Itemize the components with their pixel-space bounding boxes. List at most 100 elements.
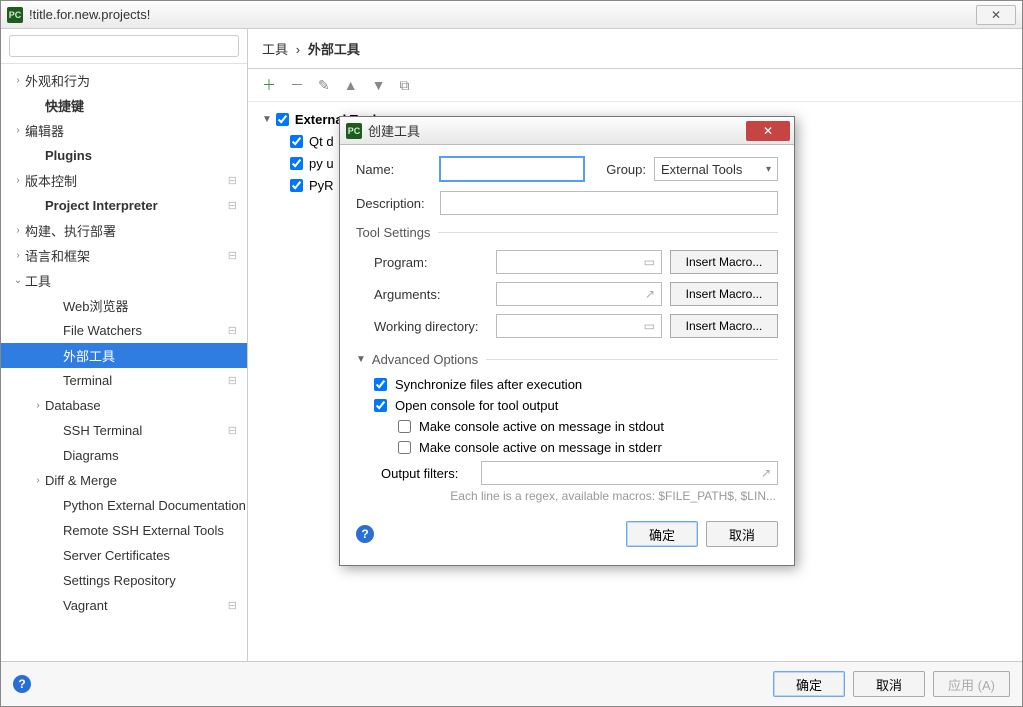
sidebar-item-10[interactable]: File Watchers⊟: [1, 318, 247, 343]
project-scope-icon: ⊟: [228, 174, 237, 187]
tool-settings-section: Tool Settings: [356, 225, 778, 240]
disclosure-icon: ▼: [356, 354, 366, 365]
advanced-section[interactable]: ▼ Advanced Options: [356, 352, 778, 367]
sidebar-item-11[interactable]: 外部工具: [1, 343, 247, 368]
group-combo[interactable]: External Tools ▾: [654, 157, 778, 181]
dialog-close-button[interactable]: ✕: [746, 121, 790, 141]
chevron-icon: ›: [11, 225, 25, 236]
sidebar-item-label: Diff & Merge: [45, 473, 117, 488]
sidebar-item-1[interactable]: 快捷键: [1, 93, 247, 118]
search-input[interactable]: [9, 35, 239, 57]
filters-input[interactable]: ↗: [481, 461, 778, 485]
sidebar: Q ›外观和行为快捷键›编辑器Plugins›版本控制⊟Project Inte…: [1, 29, 248, 661]
stdout-label: Make console active on message in stdout: [419, 419, 664, 434]
stderr-checkbox[interactable]: [398, 441, 411, 454]
program-macro-button[interactable]: Insert Macro...: [670, 250, 778, 274]
sidebar-item-7[interactable]: ›语言和框架⊟: [1, 243, 247, 268]
ok-button[interactable]: 确定: [773, 671, 845, 697]
arguments-label: Arguments:: [356, 287, 496, 302]
apply-button[interactable]: 应用 (A): [933, 671, 1010, 697]
stderr-label: Make console active on message in stderr: [419, 440, 662, 455]
arguments-input[interactable]: ↗: [496, 282, 662, 306]
dialog-help-button[interactable]: ?: [356, 525, 374, 543]
sidebar-item-14[interactable]: SSH Terminal⊟: [1, 418, 247, 443]
sidebar-item-3[interactable]: Plugins: [1, 143, 247, 168]
sidebar-item-13[interactable]: ›Database: [1, 393, 247, 418]
folder-icon: ▭: [644, 319, 655, 333]
remove-button[interactable]: －: [290, 75, 304, 95]
chevron-icon: ›: [11, 125, 25, 136]
edit-button[interactable]: ✎: [318, 77, 330, 94]
arguments-macro-button[interactable]: Insert Macro...: [670, 282, 778, 306]
settings-tree[interactable]: ›外观和行为快捷键›编辑器Plugins›版本控制⊟Project Interp…: [1, 64, 247, 661]
stdout-checkbox[interactable]: [398, 420, 411, 433]
sidebar-item-label: SSH Terminal: [63, 423, 142, 438]
sidebar-item-19[interactable]: Server Certificates: [1, 543, 247, 568]
up-button[interactable]: ▲: [344, 77, 358, 93]
program-label: Program:: [356, 255, 496, 270]
name-label: Name:: [356, 162, 440, 177]
sidebar-item-2[interactable]: ›编辑器: [1, 118, 247, 143]
chevron-down-icon: ▾: [766, 164, 771, 175]
sidebar-item-15[interactable]: Diagrams: [1, 443, 247, 468]
sidebar-item-5[interactable]: Project Interpreter ⊟: [1, 193, 247, 218]
sync-label: Synchronize files after execution: [395, 377, 582, 392]
sidebar-item-9[interactable]: Web浏览器: [1, 293, 247, 318]
cancel-button[interactable]: 取消: [853, 671, 925, 697]
breadcrumb-sep: ›: [296, 42, 300, 57]
sidebar-item-label: Diagrams: [63, 448, 119, 463]
dialog-title: 创建工具: [368, 121, 746, 140]
chevron-icon: ›: [31, 475, 45, 486]
sidebar-item-label: Python External Documentation: [63, 498, 246, 513]
sidebar-item-20[interactable]: Settings Repository: [1, 568, 247, 593]
tool-item-checkbox[interactable]: [290, 157, 303, 170]
description-input[interactable]: [440, 191, 778, 215]
project-scope-icon: ⊟: [228, 199, 237, 212]
sidebar-item-label: File Watchers: [63, 323, 142, 338]
sync-checkbox[interactable]: [374, 378, 387, 391]
description-label: Description:: [356, 196, 440, 211]
name-input[interactable]: [440, 157, 584, 181]
project-scope-icon: ⊟: [228, 249, 237, 262]
tool-item-label: py u: [309, 156, 334, 171]
tool-item-checkbox[interactable]: [290, 179, 303, 192]
dialog-ok-button[interactable]: 确定: [626, 521, 698, 547]
sidebar-item-label: Project Interpreter: [45, 198, 158, 213]
down-button[interactable]: ▼: [372, 77, 386, 93]
add-button[interactable]: ＋: [262, 75, 276, 95]
group-value: External Tools: [661, 162, 742, 177]
project-scope-icon: ⊟: [228, 599, 237, 612]
folder-icon: ▭: [644, 255, 655, 269]
sidebar-item-18[interactable]: Remote SSH External Tools: [1, 518, 247, 543]
sidebar-item-0[interactable]: ›外观和行为: [1, 68, 247, 93]
sidebar-item-16[interactable]: ›Diff & Merge: [1, 468, 247, 493]
sidebar-item-4[interactable]: ›版本控制⊟: [1, 168, 247, 193]
sidebar-item-label: Remote SSH External Tools: [63, 523, 224, 538]
tool-item-label: Qt d: [309, 134, 334, 149]
dialog-titlebar: PC 创建工具 ✕: [340, 117, 794, 145]
window-close-button[interactable]: ✕: [976, 5, 1016, 25]
console-checkbox[interactable]: [374, 399, 387, 412]
sidebar-item-12[interactable]: Terminal⊟: [1, 368, 247, 393]
tool-item-checkbox[interactable]: [290, 135, 303, 148]
expand-icon: ↗: [761, 466, 771, 480]
workdir-macro-button[interactable]: Insert Macro...: [670, 314, 778, 338]
sidebar-item-6[interactable]: ›构建、执行部署: [1, 218, 247, 243]
sidebar-item-label: 构建、执行部署: [25, 221, 116, 240]
sidebar-item-8[interactable]: ⌄工具: [1, 268, 247, 293]
workdir-input[interactable]: ▭: [496, 314, 662, 338]
expand-icon: ▼: [262, 114, 272, 125]
create-tool-dialog: PC 创建工具 ✕ Name: Group: External Tools ▾ …: [339, 116, 795, 566]
sidebar-item-17[interactable]: Python External Documentation: [1, 493, 247, 518]
help-button[interactable]: ?: [13, 675, 31, 693]
bottom-bar: ? 确定 取消 应用 (A): [1, 661, 1022, 706]
sidebar-item-label: 语言和框架: [25, 246, 90, 265]
chevron-icon: ›: [11, 175, 25, 186]
sidebar-item-label: 工具: [25, 271, 51, 290]
dialog-cancel-button[interactable]: 取消: [706, 521, 778, 547]
breadcrumb: 工具 › 外部工具: [248, 29, 1022, 69]
copy-button[interactable]: ⧉: [399, 77, 409, 94]
sidebar-item-21[interactable]: Vagrant⊟: [1, 593, 247, 618]
tools-root-checkbox[interactable]: [276, 113, 289, 126]
program-input[interactable]: ▭: [496, 250, 662, 274]
